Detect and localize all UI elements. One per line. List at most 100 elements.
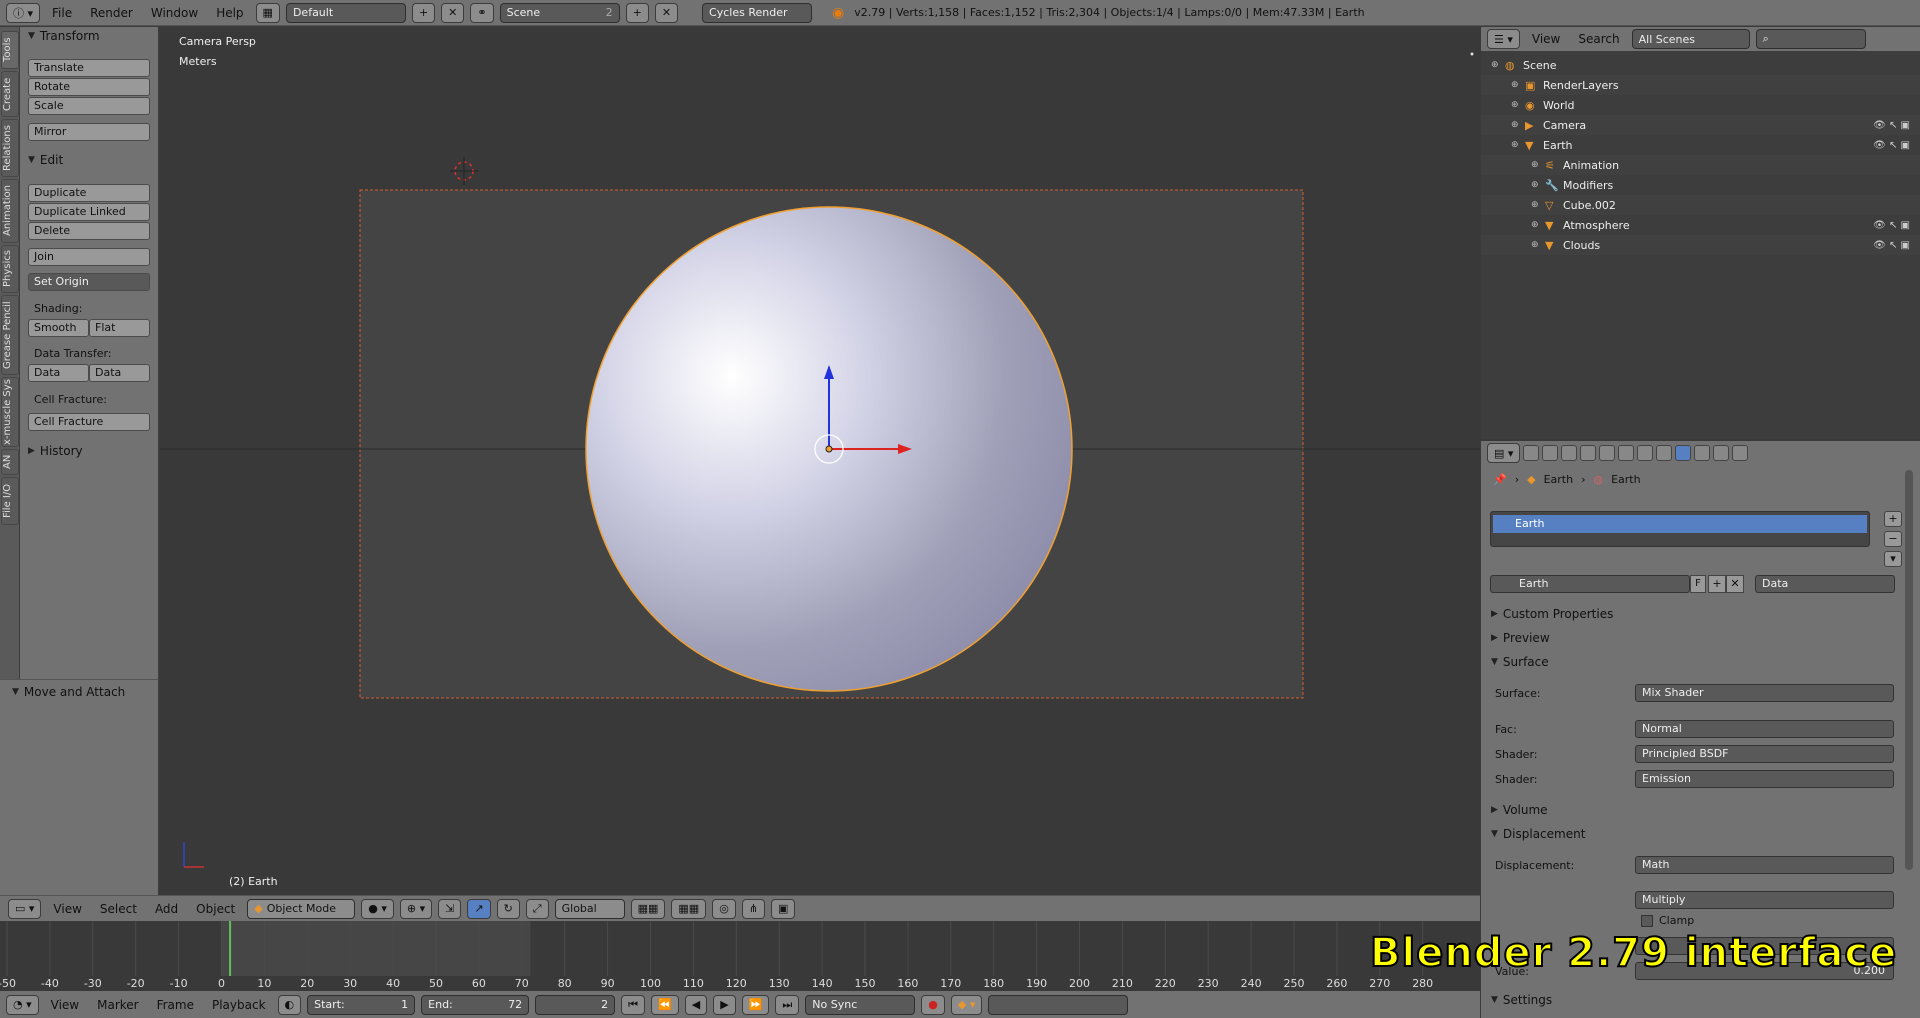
layers-tab-icon[interactable] <box>1542 445 1559 461</box>
displacement-dropdown[interactable]: Math <box>1635 856 1894 874</box>
sync-selector[interactable]: No Sync <box>805 994 916 1015</box>
outliner-row[interactable]: ⊕ ▣ RenderLayers <box>1481 75 1920 95</box>
duplicate-linked-button[interactable]: Duplicate Linked <box>28 203 150 221</box>
tab-tools[interactable]: Tools <box>1 31 19 69</box>
next-key-icon[interactable]: ⏩ <box>741 994 770 1015</box>
3d-cursor[interactable] <box>450 157 478 185</box>
outliner-item-label[interactable]: World <box>1543 99 1575 112</box>
expand-toggle-icon[interactable]: ⊕ <box>1531 220 1545 230</box>
flat-button[interactable]: Flat <box>89 319 150 337</box>
expand-toggle-icon[interactable]: ⊕ <box>1511 80 1525 90</box>
expand-toggle-icon[interactable]: ⊕ <box>1491 60 1505 70</box>
cell-fracture-button[interactable]: Cell Fracture <box>28 413 150 431</box>
menu-add[interactable]: Add <box>149 902 184 916</box>
scene-tab-icon[interactable] <box>1561 445 1578 461</box>
scene-icon[interactable]: ⚭ <box>470 2 494 23</box>
visibility-toggle-icon[interactable]: 👁 ↖ ▣ <box>1873 120 1910 131</box>
render-preview-icon[interactable]: ▣ <box>771 898 796 919</box>
outliner-item-label[interactable]: Scene <box>1523 59 1557 72</box>
tl-menu-marker[interactable]: Marker <box>91 998 144 1012</box>
smooth-button[interactable]: Smooth <box>28 319 89 337</box>
data-layout-button[interactable]: Data Layo <box>89 364 150 382</box>
menu-object[interactable]: Object <box>190 902 241 916</box>
play-icon[interactable]: ▶ <box>713 994 736 1015</box>
outliner-row[interactable]: ⊕ ▶ Camera 👁 ↖ ▣ <box>1481 115 1920 135</box>
preview-header[interactable]: ▶ Preview <box>1491 631 1550 645</box>
data-button[interactable]: Data <box>28 364 89 382</box>
layout-grid-icon[interactable]: ▦ <box>255 2 280 23</box>
fac-dropdown[interactable]: Normal <box>1635 720 1894 738</box>
remove-slot-button[interactable]: − <box>1884 531 1902 547</box>
shading-mode-icon[interactable]: ● ▾ <box>361 898 394 919</box>
unlink-material-button[interactable]: ✕ <box>1726 575 1744 593</box>
scale-button[interactable]: Scale <box>28 97 150 115</box>
prev-key-icon[interactable]: ⏪ <box>651 994 679 1015</box>
constraints-tab-icon[interactable] <box>1618 445 1635 461</box>
shader1-dropdown[interactable]: Principled BSDF <box>1635 745 1894 763</box>
outliner-item-label[interactable]: Camera <box>1543 119 1586 132</box>
menu-file[interactable]: File <box>46 6 78 20</box>
layers-grid-2-icon[interactable]: ▦▦ <box>671 898 707 919</box>
new-material-button[interactable]: + <box>1708 575 1726 593</box>
clamp-checkbox[interactable]: Clamp <box>1641 914 1694 927</box>
3d-viewport[interactable]: Camera Persp Meters (2) Earth <box>160 27 1480 895</box>
math-operation-dropdown[interactable]: Multiply <box>1635 891 1894 909</box>
particles-tab-icon[interactable] <box>1713 445 1730 461</box>
scale-manipulator-icon[interactable]: ⤢ <box>525 898 549 919</box>
join-button[interactable]: Join <box>28 248 150 266</box>
tab-animation[interactable]: Animation <box>1 179 19 243</box>
render-engine-selector[interactable]: Cycles Render <box>702 2 813 23</box>
menu-view[interactable]: View <box>47 902 87 916</box>
expand-toggle-icon[interactable]: ⊕ <box>1531 240 1545 250</box>
visibility-toggle-icon[interactable]: 👁 ↖ ▣ <box>1873 140 1910 151</box>
fake-user-button[interactable]: F <box>1690 575 1706 593</box>
outliner-item-label[interactable]: Modifiers <box>1563 179 1613 192</box>
tab-x-muscle-sys[interactable]: x-muscle Sys <box>1 377 19 447</box>
outliner-item-label[interactable]: Cube.002 <box>1563 199 1616 212</box>
custom-properties-header[interactable]: ▶ Custom Properties <box>1491 607 1613 621</box>
expand-toggle-icon[interactable]: ⊕ <box>1531 200 1545 210</box>
start-frame-field[interactable]: Start: 1 <box>307 994 416 1015</box>
outliner-row[interactable]: ⊕ ▼ Atmosphere 👁 ↖ ▣ <box>1481 215 1920 235</box>
mirror-button[interactable]: Mirror <box>28 123 150 141</box>
duplicate-button[interactable]: Duplicate <box>28 184 150 202</box>
visibility-toggle-icon[interactable]: 👁 ↖ ▣ <box>1873 220 1910 231</box>
render-tab-icon[interactable] <box>1523 445 1540 461</box>
orientation-selector[interactable]: Global <box>554 898 625 919</box>
record-icon[interactable]: ● <box>921 994 945 1015</box>
keying-set-field[interactable] <box>988 994 1129 1015</box>
tab-grease-pencil[interactable]: Grease Pencil <box>1 295 19 375</box>
add-layout-button[interactable]: + <box>411 2 436 23</box>
edit-panel-header[interactable]: ▼ Edit <box>28 153 63 167</box>
outliner-item-label[interactable]: Earth <box>1543 139 1573 152</box>
expand-toggle-icon[interactable]: ⊕ <box>1511 100 1525 110</box>
remove-layout-button[interactable]: ✕ <box>441 2 465 23</box>
layers-grid-icon[interactable]: ▦▦ <box>630 898 666 919</box>
mode-selector[interactable]: ◆ Object Mode <box>247 898 356 919</box>
slot-menu-button[interactable]: ▾ <box>1884 551 1902 567</box>
scene-selector[interactable]: Scene 2 <box>499 2 620 23</box>
outliner-item-label[interactable]: RenderLayers <box>1543 79 1619 92</box>
outliner-menu-view[interactable]: View <box>1526 32 1566 46</box>
outliner-item-label[interactable]: Atmosphere <box>1563 219 1630 232</box>
data-tab-icon[interactable] <box>1656 445 1673 461</box>
world-tab-icon[interactable] <box>1580 445 1597 461</box>
surface-header[interactable]: ▼ Surface <box>1491 655 1549 669</box>
manipulator-icon[interactable]: ⇲ <box>438 898 462 919</box>
play-reverse-icon[interactable]: ◀ <box>684 994 708 1015</box>
outliner-row[interactable]: ⊕ ◉ World <box>1481 95 1920 115</box>
outliner-row[interactable]: ⊕ ▼ Earth 👁 ↖ ▣ <box>1481 135 1920 155</box>
tl-menu-view[interactable]: View <box>45 998 85 1012</box>
outliner-editor-icon[interactable]: ☰ ▾ <box>1487 29 1520 49</box>
displacement-header[interactable]: ▼ Displacement <box>1491 827 1585 841</box>
move-attach-panel-header[interactable]: ▼ Move and Attach <box>12 685 125 699</box>
tab-relations[interactable]: Relations <box>1 119 19 177</box>
material-tab-icon[interactable] <box>1675 445 1692 461</box>
rotate-manipulator-icon[interactable]: ↻ <box>496 898 520 919</box>
link-type-dropdown[interactable]: Data <box>1755 575 1895 593</box>
menu-select[interactable]: Select <box>94 902 143 916</box>
delete-button[interactable]: Delete <box>28 222 150 240</box>
properties-scrollbar[interactable] <box>1905 470 1913 870</box>
translate-button[interactable]: Translate <box>28 59 150 77</box>
add-slot-button[interactable]: + <box>1884 511 1902 527</box>
